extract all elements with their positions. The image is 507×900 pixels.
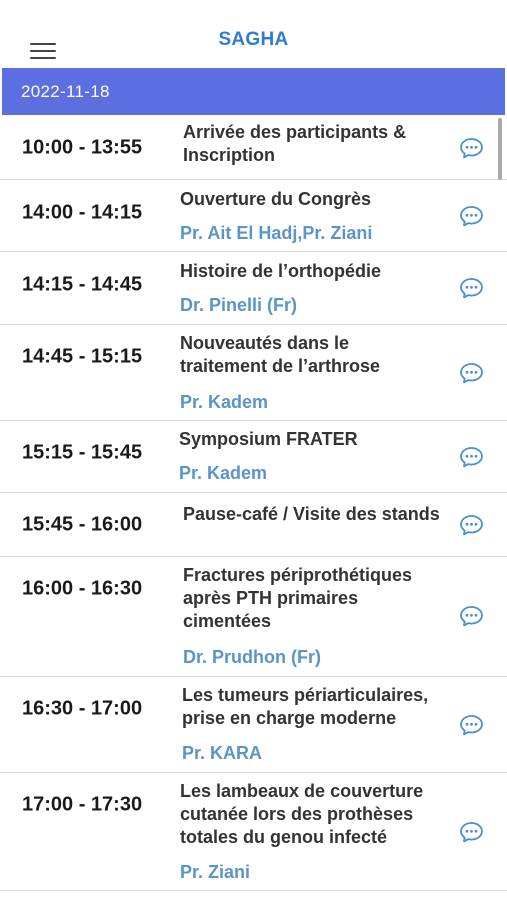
- chat-bubble-icon[interactable]: [459, 362, 484, 384]
- session-speaker: Pr. KARA: [182, 743, 263, 763]
- session-row[interactable]: 16:30 - 17:00 Les tumeurs périarticulaire…: [0, 677, 507, 773]
- session-row[interactable]: 15:45 - 16:00 Pause-café / Visite des sta…: [0, 493, 507, 557]
- app-title: SAGHA: [218, 29, 289, 50]
- session-title-line: cimentées: [183, 611, 272, 631]
- session-row[interactable]: 10:00 - 13:55 Arrivée des participants & I…: [0, 115, 507, 180]
- session-speaker: Pr. Kadem: [180, 392, 269, 412]
- session-list: 10:00 - 13:55 Arrivée des participants & I…: [0, 115, 507, 891]
- session-time: 14:00 - 14:15: [22, 201, 143, 224]
- chat-bubble-icon[interactable]: [459, 605, 484, 627]
- session-time: 15:15 - 15:45: [22, 441, 143, 464]
- session-title-line: Nouveautés dans le: [180, 333, 350, 353]
- session-title-line: Inscription: [183, 145, 276, 165]
- session-time: 17:00 - 17:30: [22, 793, 143, 816]
- chat-bubble-icon[interactable]: [459, 821, 484, 843]
- session-title-line: cutanée lors des prothèses: [180, 804, 414, 824]
- session-time: 16:30 - 17:00: [22, 697, 143, 720]
- session-row[interactable]: 14:15 - 14:45 Histoire de l’orthopédie Dr.…: [0, 252, 507, 325]
- scrollbar[interactable]: [498, 118, 502, 180]
- session-time: 16:00 - 16:30: [22, 577, 143, 600]
- session-speaker: Dr. Prudhon (Fr): [183, 647, 321, 667]
- session-title-line: Symposium FRATER: [179, 429, 358, 449]
- session-time: 14:15 - 14:45: [22, 273, 143, 296]
- session-speaker: Pr. Kadem: [179, 463, 268, 483]
- chat-bubble-icon[interactable]: [459, 514, 484, 536]
- session-row[interactable]: 16:00 - 16:30 Fractures périprothétiques a…: [0, 557, 507, 677]
- session-row[interactable]: 17:00 - 17:30 Les lambeaux de couverture c…: [0, 773, 507, 891]
- app-header: SAGHA: [0, 0, 507, 68]
- session-speaker: Dr. Pinelli (Fr): [180, 295, 298, 315]
- session-title-line: Ouverture du Congrès: [180, 189, 372, 209]
- session-row[interactable]: 14:45 - 15:15 Nouveautés dans le traitemen…: [0, 325, 507, 421]
- session-title-line: prise en charge moderne: [182, 708, 397, 728]
- session-row[interactable]: 14:00 - 14:15 Ouverture du Congrès Pr. Ait…: [0, 180, 507, 252]
- session-time: 10:00 - 13:55: [22, 136, 143, 159]
- session-time: 14:45 - 15:15: [22, 345, 143, 368]
- date-label: 2022-11-18: [21, 82, 110, 101]
- session-title-line: Pause-café / Visite des stands: [183, 504, 440, 524]
- session-speaker: Pr. Ait El Hadj,Pr. Ziani: [180, 223, 373, 243]
- session-title-line: totales du genou infecté: [180, 827, 388, 847]
- chat-bubble-icon[interactable]: [459, 714, 484, 736]
- chat-bubble-icon[interactable]: [459, 446, 484, 468]
- chat-bubble-icon[interactable]: [459, 277, 484, 299]
- session-title-line: traitement de l’arthrose: [180, 356, 381, 376]
- session-title-line: Arrivée des participants &: [183, 122, 407, 142]
- session-title-line: Les tumeurs périarticulaires,: [182, 685, 429, 705]
- session-title-line: Fractures périprothétiques: [183, 565, 413, 585]
- session-speaker: Pr. Ziani: [180, 862, 251, 882]
- date-header: 2022-11-18: [2, 68, 505, 115]
- chat-bubble-icon[interactable]: [459, 205, 484, 227]
- session-title-line: Les lambeaux de couverture: [180, 781, 424, 801]
- chat-bubble-icon[interactable]: [459, 137, 484, 159]
- session-row[interactable]: 15:15 - 15:45 Symposium FRATER Pr. Kadem: [0, 421, 507, 493]
- session-title-line: après PTH primaires: [183, 588, 359, 608]
- session-title-line: Histoire de l’orthopédie: [180, 261, 382, 281]
- session-time: 15:45 - 16:00: [22, 513, 143, 536]
